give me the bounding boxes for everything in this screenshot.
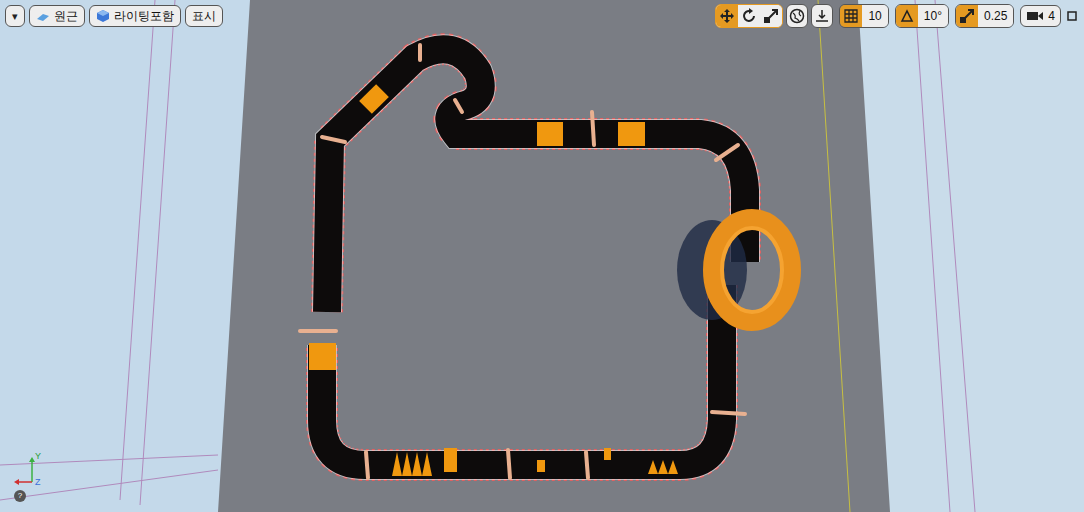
grid-snap-icon — [844, 9, 858, 23]
rotation-snap: 10° — [895, 4, 949, 28]
axis-label: Y — [35, 452, 41, 461]
viewport-menu-button[interactable]: ▾ — [5, 5, 25, 27]
grid-snap-toggle[interactable] — [840, 5, 862, 27]
help-badge[interactable]: ? — [14, 490, 26, 502]
rotation-snap-value[interactable]: 10° — [918, 5, 948, 27]
scale-tool-button[interactable] — [760, 5, 782, 27]
rotate-tool-button[interactable] — [738, 5, 760, 27]
surface-snap-button[interactable] — [811, 4, 833, 28]
grid-snap-value[interactable]: 10 — [862, 5, 887, 27]
rotation-snap-icon — [900, 9, 914, 23]
viewport-scene[interactable] — [0, 0, 1084, 512]
maximize-button[interactable] — [1064, 6, 1080, 26]
show-button[interactable]: 표시 — [185, 5, 223, 27]
viewport-toolbar: ▾원근라이팅포함표시 10 10° 0.25 4 — [5, 4, 1080, 28]
world-icon — [789, 8, 805, 24]
camera-speed-button[interactable]: 4 — [1020, 5, 1061, 27]
grid-snap: 10 — [839, 4, 888, 28]
camera-icon — [1026, 9, 1044, 23]
scale-snap: 0.25 — [955, 4, 1014, 28]
perspective-icon — [36, 10, 50, 22]
translate-icon — [719, 8, 735, 24]
perspective-button[interactable]: 원근 — [29, 5, 85, 27]
translate-tool-button[interactable] — [716, 5, 738, 27]
level-viewport[interactable]: ▾원근라이팅포함표시 10 10° 0.25 4 Y Z? — [0, 0, 1084, 512]
scale-snap-toggle[interactable] — [956, 5, 978, 27]
scale-icon — [959, 8, 975, 24]
rotation-snap-toggle[interactable] — [896, 5, 918, 27]
lit-icon — [96, 9, 110, 23]
scale-snap-value[interactable]: 0.25 — [978, 5, 1013, 27]
lit-button[interactable]: 라이팅포함 — [89, 5, 181, 27]
axis-label: Z — [35, 478, 41, 487]
world-space-button[interactable] — [786, 4, 808, 28]
axis-gizmo: Y Z? — [10, 452, 44, 504]
transform-tools — [715, 4, 783, 28]
maximize-icon — [1067, 11, 1077, 21]
surface-snap-icon — [814, 8, 830, 24]
scale-icon — [763, 8, 779, 24]
rotate-icon — [741, 8, 757, 24]
